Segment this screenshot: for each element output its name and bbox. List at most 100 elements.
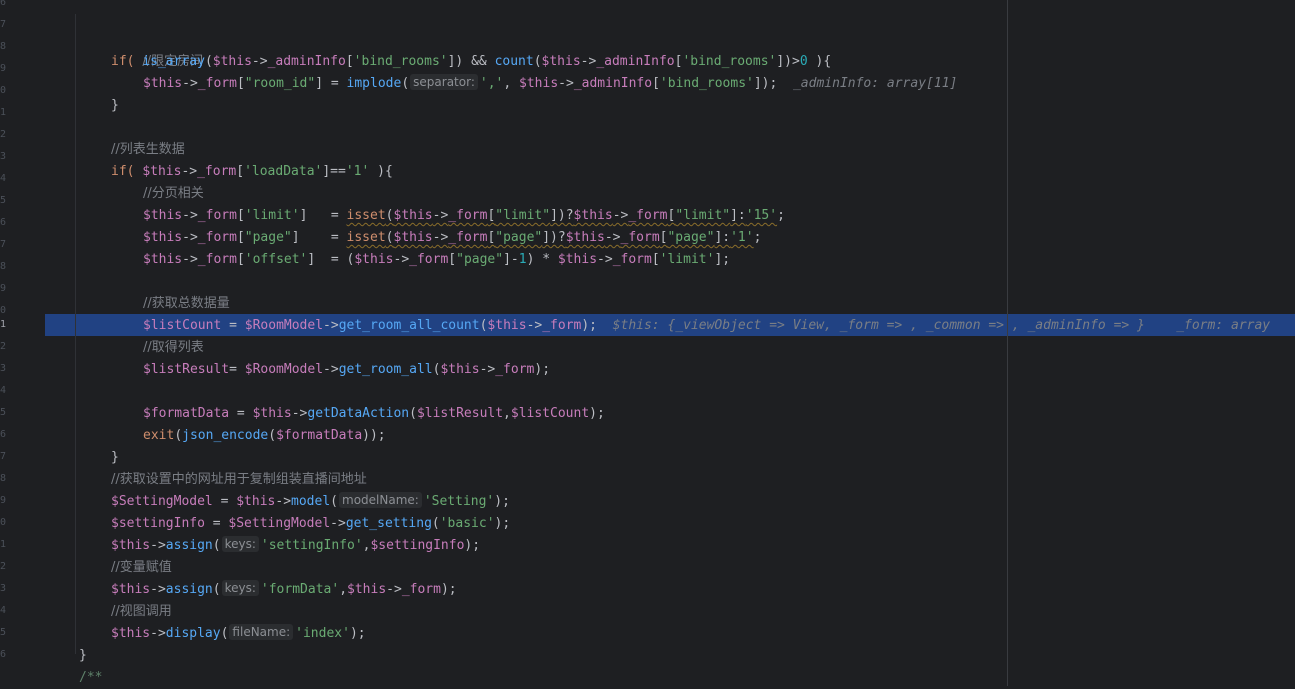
line-number: 9: [0, 283, 6, 294]
string: 'loadData': [244, 164, 323, 179]
punctuation: (: [431, 516, 440, 531]
code-line[interactable]: $this->_form['limit'] = isset($this->_fo…: [143, 205, 785, 227]
property: _form: [197, 252, 237, 267]
operator: ] =: [315, 76, 347, 91]
brace: }: [111, 98, 119, 113]
string: 'Setting': [423, 494, 495, 509]
variable: $listCount: [143, 318, 222, 333]
code-line[interactable]: $SettingModel = $this->model(modelName: '…: [111, 491, 510, 513]
comment: //取得列表: [143, 340, 204, 355]
number: 1: [518, 252, 527, 267]
code-line[interactable]: //限定房间: [111, 29, 203, 69]
property: _form: [197, 76, 237, 91]
string: '1': [345, 164, 370, 179]
punctuation: [: [236, 252, 245, 267]
code-line[interactable]: }: [111, 447, 119, 469]
code-line[interactable]: //分页相关: [143, 183, 204, 205]
code-line[interactable]: exit(json_encode($formatData));: [143, 425, 386, 447]
punctuation: );: [349, 626, 366, 641]
variable: $this: [565, 230, 605, 245]
keyword: exit: [143, 428, 175, 443]
property: _form: [197, 208, 237, 223]
punctuation: [: [651, 252, 660, 267]
function-name: json_encode: [182, 428, 269, 443]
punctuation: );: [494, 516, 511, 531]
punctuation: );: [464, 538, 481, 553]
operator: ->: [432, 230, 449, 245]
code-line[interactable]: if( $this->_form['loadData']=='1' ){: [111, 161, 393, 183]
parameter-hint: keys:: [221, 536, 259, 552]
code-line[interactable]: $this->assign(keys:'settingInfo',$settin…: [111, 535, 480, 557]
line-number-gutter: [0, 0, 45, 686]
comment: //视图调用: [111, 604, 172, 619]
code-line[interactable]: }: [111, 95, 119, 117]
line-number: 2: [0, 341, 6, 352]
punctuation: ]);: [753, 76, 778, 91]
function-name: implode: [346, 76, 402, 91]
brace: }: [111, 450, 119, 465]
function-name: get_setting: [345, 516, 432, 531]
variable: $this: [111, 538, 151, 553]
punctuation: ));: [362, 428, 386, 443]
string: '15': [745, 208, 778, 223]
operator: =: [229, 406, 253, 421]
code-line[interactable]: }: [79, 645, 87, 667]
keyword: if(: [111, 164, 135, 179]
line-number: 4: [0, 605, 6, 616]
code-line[interactable]: $this->_form['offset'] = ($this->_form["…: [143, 249, 730, 271]
operator: ->: [150, 626, 166, 641]
variable: $listResult: [143, 362, 230, 377]
code-line-current[interactable]: $listCount = $RoomModel->get_room_all_co…: [143, 315, 1270, 337]
punctuation: ;: [753, 230, 762, 245]
line-number: 9: [0, 63, 6, 74]
variable: $this: [573, 208, 613, 223]
code-line[interactable]: //获取总数据量: [143, 293, 230, 315]
line-number: 3: [0, 363, 6, 374]
punctuation: );: [534, 362, 551, 377]
code-line[interactable]: $this->_form["room_id"] = implode(separa…: [143, 73, 957, 95]
code-line[interactable]: //取得列表: [143, 337, 204, 359]
punctuation: (: [212, 582, 221, 597]
operator: ->: [181, 164, 198, 179]
punctuation: (: [533, 54, 542, 69]
parameter-hint: modelName:: [339, 492, 422, 508]
code-line[interactable]: $formatData = $this->getDataAction($list…: [143, 403, 605, 425]
code-line[interactable]: $settingInfo = $SettingModel->get_settin…: [111, 513, 510, 535]
operator: ->: [432, 208, 449, 223]
line-number: 0: [0, 85, 6, 96]
code-line[interactable]: //列表生数据: [111, 139, 185, 161]
line-number: 8: [0, 473, 6, 484]
code-line[interactable]: $this->display(fileName:'index');: [111, 623, 366, 645]
string: 'bind_rooms': [682, 54, 777, 69]
function-name: is_array: [142, 54, 205, 69]
parameter-hint: fileName:: [229, 624, 294, 640]
variable: $formatData: [143, 406, 230, 421]
debug-inlay-value: _adminInfo: array[11]: [792, 76, 958, 91]
operator: ->: [558, 76, 574, 91]
string: "page": [495, 230, 543, 245]
code-line[interactable]: $this->assign(keys:'formData',$this->_fo…: [111, 579, 457, 601]
operator: ->: [150, 538, 166, 553]
operator: ->: [386, 582, 402, 597]
punctuation: [: [236, 230, 245, 245]
property: _form: [542, 318, 582, 333]
punctuation: (: [385, 230, 394, 245]
variable: $this: [142, 164, 182, 179]
property: _form: [401, 582, 441, 597]
punctuation: (: [174, 428, 183, 443]
variable: $this: [252, 406, 292, 421]
code-line[interactable]: //获取设置中的网址用于复制组装直播间地址: [111, 469, 367, 491]
line-number: 5: [0, 407, 6, 418]
line-number: 6: [0, 217, 6, 228]
code-line[interactable]: if( is_array($this->_adminInfo['bind_roo…: [111, 51, 831, 73]
code-line[interactable]: $this->_form["page"] = isset($this->_for…: [143, 227, 761, 249]
operator: ->: [182, 76, 198, 91]
variable: $RoomModel: [244, 318, 324, 333]
function-name: get_room_all: [338, 362, 433, 377]
line-number: 4: [0, 173, 6, 184]
code-line[interactable]: $listResult= $RoomModel->get_room_all($t…: [143, 359, 550, 381]
code-line[interactable]: //视图调用: [111, 601, 172, 623]
variable: $this: [354, 252, 394, 267]
code-line[interactable]: //变量赋值: [111, 557, 172, 579]
function-name: get_room_all_count: [338, 318, 480, 333]
